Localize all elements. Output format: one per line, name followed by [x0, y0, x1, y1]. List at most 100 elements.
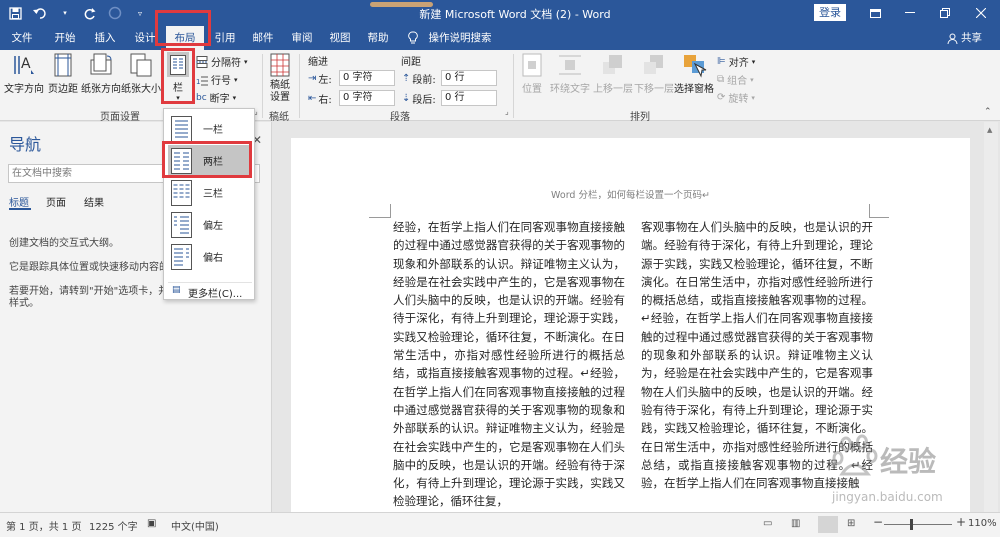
- page-size-button[interactable]: 纸张大小: [121, 52, 161, 95]
- orientation-button[interactable]: 纸张方向: [81, 52, 121, 95]
- page-setup-group-label: 页面设置: [100, 112, 140, 123]
- one-column-icon: [171, 116, 192, 142]
- columns-option-right[interactable]: 偏右: [168, 241, 252, 273]
- undo-icon[interactable]: [31, 4, 49, 22]
- zoom-slider[interactable]: [884, 524, 952, 525]
- customize-icon[interactable]: ▿: [131, 4, 149, 22]
- ribbon-display-icon[interactable]: [859, 0, 892, 26]
- crop-mark: [869, 204, 889, 218]
- left-column-icon: [171, 212, 192, 238]
- zoom-level[interactable]: 110%: [968, 518, 997, 529]
- watermark-url: jingyan.baidu.com: [832, 490, 943, 504]
- breaks-button[interactable]: 分隔符 ▾: [196, 54, 248, 69]
- more-columns-item[interactable]: ▤ 更多栏(C)...: [168, 282, 252, 300]
- tell-me-search[interactable]: 操作说明搜索: [428, 26, 492, 50]
- svg-text:1: 1: [196, 78, 200, 86]
- spacing-before-icon: ⇡: [402, 73, 411, 84]
- line-numbers-button[interactable]: 1 行号 ▾: [196, 72, 238, 88]
- columns-option-three[interactable]: 三栏: [168, 177, 252, 209]
- manuscript-icon: [270, 53, 290, 77]
- nav-tab-headings[interactable]: 标题: [9, 194, 29, 209]
- share-button[interactable]: 共享: [947, 26, 982, 50]
- spacing-after-field[interactable]: 0 行: [441, 90, 497, 106]
- margins-button[interactable]: 页边距: [47, 52, 79, 95]
- collapse-ribbon-icon[interactable]: ⌃: [984, 107, 992, 117]
- wrap-text-icon: [559, 55, 581, 75]
- proofing-icon[interactable]: ▣: [147, 518, 156, 529]
- selection-pane-icon: [684, 55, 707, 78]
- nav-tab-results[interactable]: 结果: [84, 194, 104, 209]
- group-button[interactable]: ⧉ 组合 ▾: [717, 72, 754, 87]
- column-left: 经验，在哲学上指人们在同客观事物直接接触的过程中通过感觉器官获得的关于客观事物的…: [393, 220, 625, 509]
- tab-view[interactable]: 视图: [323, 26, 357, 50]
- align-button[interactable]: ⊫ 对齐 ▾: [717, 54, 755, 69]
- baidu-jingyan-watermark: 经验 jingyan.baidu.com: [832, 432, 992, 512]
- three-columns-icon: [171, 180, 192, 206]
- tab-home[interactable]: 开始: [48, 26, 82, 50]
- close-icon[interactable]: [964, 0, 997, 26]
- crop-mark: [369, 204, 391, 218]
- columns-icon: [170, 54, 186, 75]
- ribbon: A 文字方向 页边距 纸张方向 纸张大小 栏 ▾ 分隔符 ▾ 1 行号 ▾ bc 断…: [0, 50, 1000, 123]
- restore-icon[interactable]: [928, 0, 961, 26]
- dialog-launcher-icon[interactable]: ⌟: [505, 107, 509, 116]
- text-direction-button[interactable]: A 文字方向: [4, 52, 44, 95]
- send-backward-button[interactable]: 下移一层: [634, 52, 674, 95]
- page-count[interactable]: 第 1 页，共 1 页: [6, 518, 81, 533]
- print-layout-icon[interactable]: [818, 516, 838, 533]
- tab-review[interactable]: 审阅: [285, 26, 319, 50]
- columns-option-two[interactable]: 两栏: [168, 145, 252, 177]
- circle-icon[interactable]: [106, 4, 124, 22]
- arrange-group-label: 排列: [630, 112, 650, 123]
- web-layout-icon[interactable]: ⊞: [847, 518, 855, 529]
- tab-references[interactable]: 引用: [208, 26, 242, 50]
- tab-layout[interactable]: 布局: [166, 26, 204, 50]
- person-icon: [947, 33, 958, 44]
- tab-file[interactable]: 文件: [6, 26, 38, 50]
- columns-option-left[interactable]: 偏左: [168, 209, 252, 241]
- manuscript-settings-button[interactable]: 稿纸 设置: [266, 52, 294, 104]
- minimize-icon[interactable]: [893, 0, 926, 26]
- nav-title: 导航: [9, 135, 42, 154]
- rotate-icon: ⟳: [717, 92, 726, 103]
- indent-left-icon: ⇥: [308, 73, 317, 84]
- language[interactable]: 中文(中国): [171, 518, 219, 533]
- window-title: 新建 Microsoft Word 文档 (2) - Word: [419, 8, 611, 21]
- nav-tab-pages[interactable]: 页面: [46, 194, 66, 209]
- zoom-slider-thumb[interactable]: [910, 519, 913, 530]
- tab-insert[interactable]: 插入: [88, 26, 122, 50]
- wrap-text-button[interactable]: 环绕文字: [549, 52, 591, 95]
- nav-help-line: 创建文档的交互式大纲。: [9, 238, 119, 249]
- spacing-after-icon: ⇣: [402, 93, 411, 104]
- word-count[interactable]: 1225 个字: [89, 518, 138, 533]
- redo-icon[interactable]: [81, 4, 99, 22]
- columns-option-one[interactable]: 一栏: [168, 113, 252, 145]
- hyphenation-button[interactable]: bc 断字 ▾: [196, 90, 236, 106]
- focus-mode-icon[interactable]: ▭: [763, 518, 772, 529]
- zoom-out-icon[interactable]: −: [873, 515, 883, 529]
- columns-button[interactable]: 栏 ▾: [164, 52, 192, 102]
- align-icon: ⊫: [717, 56, 726, 67]
- spacing-before-label: ⇡ 段前:: [402, 73, 436, 86]
- zoom-in-icon[interactable]: +: [956, 515, 966, 529]
- margins-icon: [54, 53, 72, 77]
- tab-mailings[interactable]: 邮件: [246, 26, 280, 50]
- group-divider: [513, 54, 514, 118]
- scroll-up-icon[interactable]: ▲: [987, 126, 992, 134]
- read-mode-icon[interactable]: ▥: [791, 518, 800, 529]
- spacing-before-field[interactable]: 0 行: [441, 70, 497, 86]
- login-button[interactable]: 登录: [814, 4, 846, 21]
- indent-right-field[interactable]: 0 字符: [339, 90, 395, 106]
- position-button[interactable]: 位置: [518, 52, 546, 95]
- tab-design[interactable]: 设计: [128, 26, 162, 50]
- paw-logo-icon: [832, 434, 878, 476]
- save-icon[interactable]: [6, 4, 24, 22]
- undo-dropdown-icon[interactable]: ▾: [56, 4, 74, 22]
- indent-left-field[interactable]: 0 字符: [339, 70, 395, 86]
- indent-right-icon: ⇤: [308, 93, 317, 104]
- tab-help[interactable]: 帮助: [361, 26, 395, 50]
- rotate-button[interactable]: ⟳ 旋转 ▾: [717, 90, 755, 105]
- selection-pane-button[interactable]: 选择窗格: [674, 52, 714, 95]
- bring-forward-button[interactable]: 上移一层: [593, 52, 633, 95]
- chevron-down-icon: ▾: [176, 94, 180, 102]
